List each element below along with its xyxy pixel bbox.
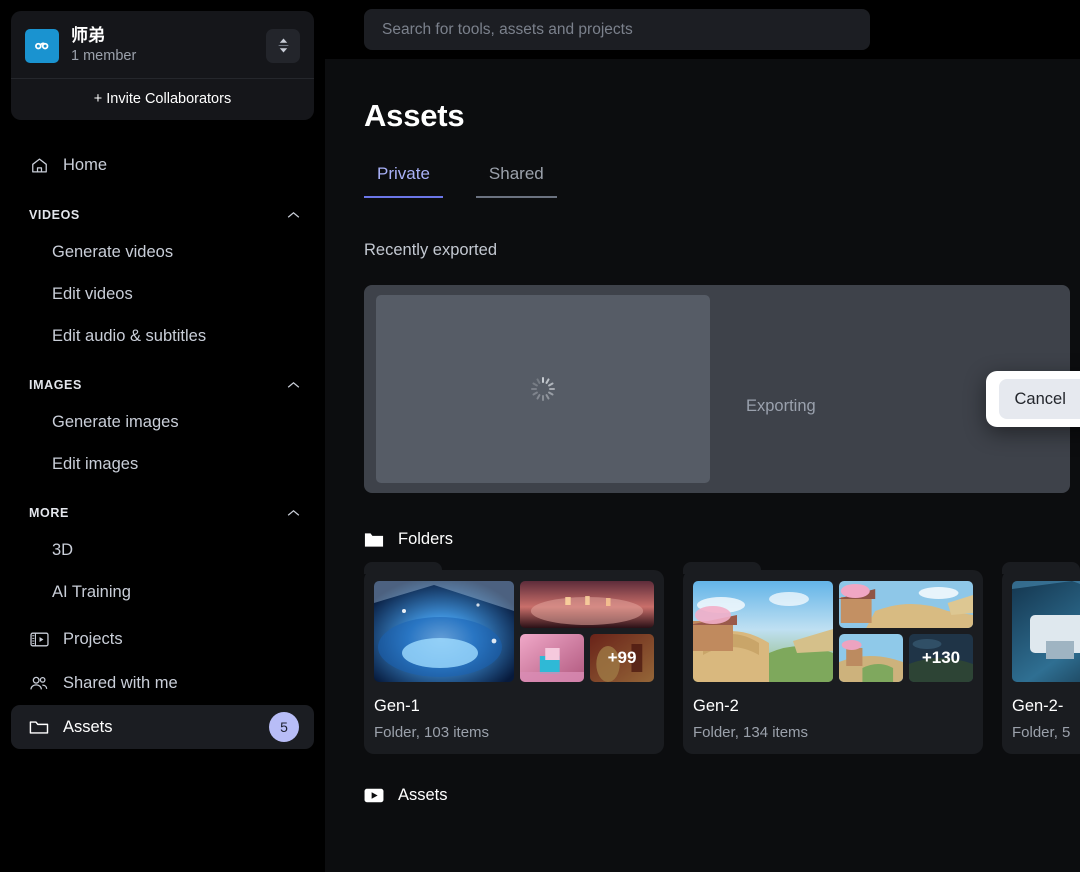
projects-icon <box>29 629 49 649</box>
folder-more-count: +130 <box>909 634 973 682</box>
sidebar-item-edit-videos-label: Edit videos <box>52 284 133 303</box>
sidebar-section-images[interactable]: IMAGES <box>29 372 300 398</box>
folder-thumb-bottom-row: +130 <box>839 634 973 682</box>
workspace-avatar <box>25 28 59 63</box>
assets-section-label: Assets <box>398 786 448 804</box>
people-icon <box>29 673 49 693</box>
loading-spinner-icon <box>531 377 555 401</box>
folder-meta: Folder, 103 items <box>374 724 490 741</box>
workspace-meta: 师弟 1 member <box>71 25 254 66</box>
content-area: Assets Private Shared Recently exported <box>325 59 1080 872</box>
sidebar-item-edit-videos[interactable]: Edit videos <box>11 273 314 315</box>
folder-meta: Folder, 134 items <box>693 724 809 741</box>
exporting-card[interactable]: Exporting <box>364 285 1070 493</box>
sidebar-item-generate-videos-label: Generate videos <box>52 242 174 261</box>
tab-private[interactable]: Private <box>364 164 443 198</box>
sidebar: 师弟 1 member + Invite Collaborators Home … <box>0 0 325 872</box>
sidebar-item-home-label: Home <box>63 155 108 174</box>
asset-tabs: Private Shared <box>364 164 1080 198</box>
folder-thumb-secondary-group: +130 <box>839 581 973 682</box>
assets-count-badge: 5 <box>269 712 299 742</box>
workspace-name: 师弟 <box>71 26 105 45</box>
workspace-header[interactable]: 师弟 1 member <box>11 11 314 78</box>
folder-thumb-secondary-group: +99 <box>520 581 654 682</box>
folder-thumb-2 <box>520 581 654 628</box>
exporting-status-text: Exporting <box>746 397 816 415</box>
folder-thumbnail-mosaic <box>1012 581 1080 682</box>
folder-more-count: +99 <box>590 634 654 682</box>
invite-collaborators-button[interactable]: + Invite Collaborators <box>11 78 314 120</box>
folder-card-gen-2[interactable]: +130 Gen-2 Folder, 134 items <box>683 562 983 754</box>
folder-name: Gen-2 <box>693 697 739 715</box>
sidebar-item-edit-images-label: Edit images <box>52 454 139 473</box>
folder-card-gen-1[interactable]: +99 Gen-1 Folder, 103 items <box>364 562 664 754</box>
updown-chevron-icon <box>277 38 289 53</box>
search-input[interactable] <box>364 9 870 50</box>
assets-section-header: Assets <box>364 786 1080 805</box>
top-bar <box>325 0 1080 59</box>
sidebar-item-edit-audio-subtitles[interactable]: Edit audio & subtitles <box>11 315 314 357</box>
chevron-up-icon <box>287 211 300 218</box>
sidebar-section-more-label: MORE <box>29 506 69 520</box>
folder-thumb-primary <box>1012 581 1080 682</box>
sidebar-item-projects[interactable]: Projects <box>11 617 314 661</box>
chevron-up-icon <box>287 381 300 388</box>
folders-section-header: Folders <box>364 530 1080 549</box>
folder-meta: Folder, 5 <box>1012 724 1071 741</box>
sidebar-item-assets[interactable]: Assets 5 <box>11 705 314 749</box>
sidebar-item-shared-with-me-label: Shared with me <box>63 673 178 692</box>
sidebar-item-ai-training-label: AI Training <box>52 582 131 601</box>
home-icon <box>29 155 49 175</box>
sidebar-item-generate-images[interactable]: Generate images <box>11 401 314 443</box>
folder-thumb-3 <box>839 634 903 682</box>
folder-thumb-more: +130 <box>909 634 973 682</box>
folder-name: Gen-2- <box>1012 697 1064 715</box>
folder-thumb-3 <box>520 634 584 682</box>
video-icon <box>364 788 384 803</box>
folder-icon <box>364 532 384 547</box>
folder-name: Gen-1 <box>374 697 420 715</box>
folder-thumb-primary <box>693 581 833 682</box>
folder-thumb-bottom-row: +99 <box>520 634 654 682</box>
sidebar-section-images-label: IMAGES <box>29 378 82 392</box>
sidebar-item-edit-audio-subtitles-label: Edit audio & subtitles <box>52 326 207 345</box>
sidebar-item-shared-with-me[interactable]: Shared with me <box>11 661 314 705</box>
sidebar-item-edit-images[interactable]: Edit images <box>11 443 314 485</box>
folder-thumb-more: +99 <box>590 634 654 682</box>
folder-thumb-primary <box>374 581 514 682</box>
exporting-thumbnail <box>376 295 710 483</box>
tab-shared[interactable]: Shared <box>475 164 557 198</box>
folder-card-gen-2-extra[interactable]: Gen-2- Folder, 5 <box>1002 562 1080 754</box>
sidebar-item-3d-label: 3D <box>52 540 74 559</box>
sidebar-item-generate-videos[interactable]: Generate videos <box>11 231 314 273</box>
sidebar-nav: Home VIDEOS Generate videos Edit videos … <box>0 143 325 749</box>
sidebar-item-ai-training[interactable]: AI Training <box>11 571 314 613</box>
recently-exported-label: Recently exported <box>364 241 497 259</box>
workspace-card: 师弟 1 member + Invite Collaborators <box>11 11 314 120</box>
folder-list: +99 Gen-1 Folder, 103 items +130 Gen-2 F… <box>364 562 1080 754</box>
folders-section-label: Folders <box>398 530 454 548</box>
workspace-switcher-button[interactable] <box>266 28 300 63</box>
workspace-member-count: 1 member <box>71 48 137 64</box>
folder-thumbnail-mosaic: +130 <box>693 581 973 682</box>
sidebar-item-assets-label: Assets <box>63 717 113 736</box>
folder-thumb-2 <box>839 581 973 628</box>
sidebar-item-home[interactable]: Home <box>11 143 314 187</box>
cancel-export-dialog: Cancel <box>986 371 1080 427</box>
folder-thumbnail-mosaic: +99 <box>374 581 654 682</box>
app-root: 师弟 1 member + Invite Collaborators Home … <box>0 0 1080 872</box>
cancel-button[interactable]: Cancel <box>998 379 1080 419</box>
sidebar-section-videos[interactable]: VIDEOS <box>29 202 300 228</box>
sidebar-item-generate-images-label: Generate images <box>52 412 179 431</box>
sidebar-section-videos-label: VIDEOS <box>29 208 80 222</box>
folder-icon <box>29 717 49 737</box>
main-area: Assets Private Shared Recently exported <box>325 0 1080 872</box>
sidebar-item-3d[interactable]: 3D <box>11 529 314 571</box>
chevron-up-icon <box>287 509 300 516</box>
sidebar-item-projects-label: Projects <box>63 629 123 648</box>
sidebar-section-more[interactable]: MORE <box>29 500 300 526</box>
page-title: Assets <box>364 98 465 133</box>
